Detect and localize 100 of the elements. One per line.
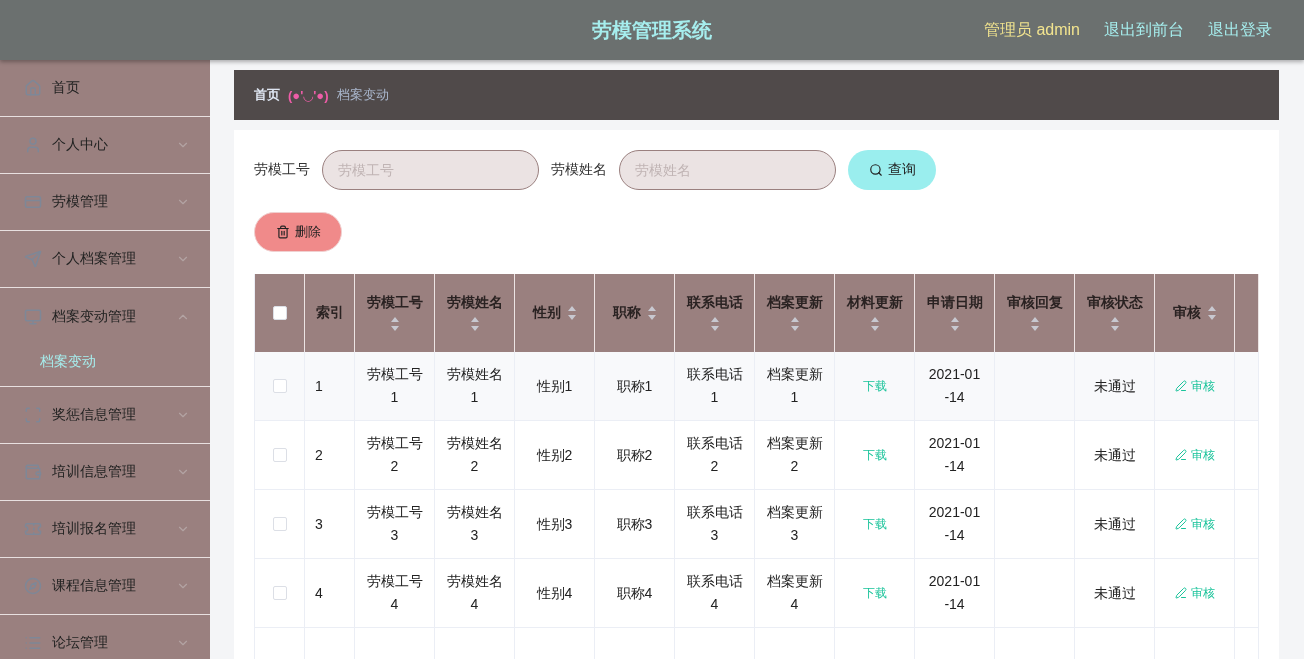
sidebar-item[interactable]: 论坛管理 [0, 615, 210, 659]
table-cell-text: 职称2 [616, 445, 653, 465]
breadcrumb-separator: (●'◡'●) [288, 87, 329, 103]
column-header: 档案更新 [766, 294, 823, 312]
breadcrumb-link[interactable]: 首页 [254, 86, 280, 104]
column-header: 索引 [315, 304, 344, 322]
scan-icon [24, 406, 42, 424]
sort-icon[interactable] [949, 316, 960, 332]
table-cell-text: 未通过 [1093, 583, 1136, 603]
table-cell-text: 档案更新3 [765, 503, 824, 545]
breadcrumb-current: 档案变动 [336, 86, 389, 104]
sort-icon[interactable] [789, 316, 800, 332]
column-header: 职称 [612, 304, 641, 322]
column-header: 劳模姓名 [446, 294, 503, 312]
pen-icon [1174, 449, 1187, 461]
select-all-checkbox[interactable] [272, 306, 287, 320]
download-link[interactable]: 下载 [862, 446, 887, 464]
table-cell-text: 未通过 [1093, 376, 1136, 396]
table-cell-text: 职称4 [616, 583, 653, 603]
download-link[interactable]: 下载 [862, 584, 887, 602]
sort-icon[interactable] [646, 305, 657, 321]
table-cell-text: 性别4 [536, 583, 573, 603]
table-cell-text: 性别1 [536, 376, 573, 396]
column-header: 审核 [1172, 304, 1201, 322]
table-cell-text: 性别3 [536, 514, 573, 534]
sort-icon[interactable] [566, 305, 577, 321]
table-cell-text: 劳模工号4 [365, 572, 424, 614]
sidebar-item[interactable]: 个人中心 [0, 117, 210, 174]
table-cell-text: 2021-01-14 [927, 572, 982, 614]
column-header: 审核回复 [1006, 294, 1063, 312]
table-cell-text: 性别2 [536, 445, 573, 465]
pen-icon [1174, 518, 1187, 530]
review-button[interactable]: 审核 [1174, 584, 1215, 602]
table-cell-text: 1 [315, 376, 323, 396]
field-label: 劳模工号 [254, 161, 310, 179]
user-icon [24, 136, 42, 154]
search-icon [868, 163, 883, 177]
table-cell-text: 2021-01-14 [927, 365, 982, 407]
table-cell-text: 2021-01-14 [927, 434, 982, 476]
row-checkbox[interactable] [272, 448, 287, 462]
row-checkbox[interactable] [272, 517, 287, 531]
row-checkbox[interactable] [272, 379, 287, 393]
table-cell-text: 未通过 [1093, 514, 1136, 534]
sort-icon[interactable] [1029, 316, 1040, 332]
review-button[interactable]: 审核 [1174, 515, 1215, 533]
sidebar-item[interactable]: 课程信息管理 [0, 558, 210, 615]
sidebar-item[interactable]: 奖惩信息管理 [0, 387, 210, 444]
row-checkbox[interactable] [272, 586, 287, 600]
sidebar-item[interactable]: 个人档案管理 [0, 231, 210, 288]
sort-icon[interactable] [389, 316, 400, 332]
table-cell-text: 联系电话3 [685, 503, 744, 545]
trash-icon [275, 225, 290, 239]
compass-icon [24, 577, 42, 595]
pen-icon [1174, 380, 1187, 392]
column-header: 申请日期 [926, 294, 983, 312]
sort-icon[interactable] [869, 316, 880, 332]
download-link[interactable]: 下载 [862, 515, 887, 533]
app-title: 劳模管理系统 [592, 17, 712, 43]
sidebar-item[interactable]: 培训报名管理 [0, 501, 210, 558]
table-cell-text: 档案更新2 [765, 434, 824, 476]
table-cell-text: 劳模工号3 [365, 503, 424, 545]
search-button[interactable]: 查询 [848, 150, 936, 190]
paper-plane-icon [24, 250, 42, 268]
ticket-icon [24, 520, 42, 538]
monitor-icon [24, 307, 42, 326]
table-cell-text: 2021-01-14 [927, 503, 982, 545]
user-name: 管理员 admin [983, 19, 1080, 40]
sort-icon[interactable] [709, 316, 720, 332]
table-cell-text: 3 [315, 514, 323, 534]
delete-button[interactable]: 删除 [254, 212, 342, 252]
table-cell-text: 劳模工号2 [365, 434, 424, 476]
table-cell-text: 劳模姓名1 [445, 365, 504, 407]
sidebar-item[interactable]: 首页 [0, 60, 210, 117]
sort-icon[interactable] [469, 316, 480, 332]
table-cell-text: 联系电话4 [685, 572, 744, 614]
sidebar-item[interactable]: 劳模管理 [0, 174, 210, 231]
pen-icon [1174, 587, 1187, 599]
sort-icon[interactable] [1109, 316, 1120, 332]
column-header: 劳模工号 [366, 294, 423, 312]
table-cell-text: 劳模工号1 [365, 365, 424, 407]
column-header: 性别 [532, 304, 561, 322]
sidebar-item[interactable]: 培训信息管理 [0, 444, 210, 501]
wallet-icon [24, 463, 42, 481]
table-cell-text: 劳模姓名3 [445, 503, 504, 545]
table-cell-text: 联系电话1 [685, 365, 744, 407]
table-cell-text: 未通过 [1093, 445, 1136, 465]
card-icon [24, 193, 42, 211]
sidebar-subitem[interactable]: 档案变动 [0, 337, 210, 387]
header-link[interactable]: 退出到前台 [1104, 19, 1184, 41]
sort-icon[interactable] [1206, 305, 1217, 321]
table-cell-text: 档案更新1 [765, 365, 824, 407]
table-cell-text: 联系电话2 [685, 434, 744, 476]
review-button[interactable]: 审核 [1174, 446, 1215, 464]
table-cell-text: 2 [315, 445, 323, 465]
column-header: 审核状态 [1086, 294, 1143, 312]
table-cell-text: 劳模姓名4 [445, 572, 504, 614]
table-cell-text: 职称3 [616, 514, 653, 534]
home-icon [24, 79, 42, 97]
table-cell-text: 职称1 [616, 376, 653, 396]
header-link[interactable]: 退出登录 [1208, 19, 1272, 41]
